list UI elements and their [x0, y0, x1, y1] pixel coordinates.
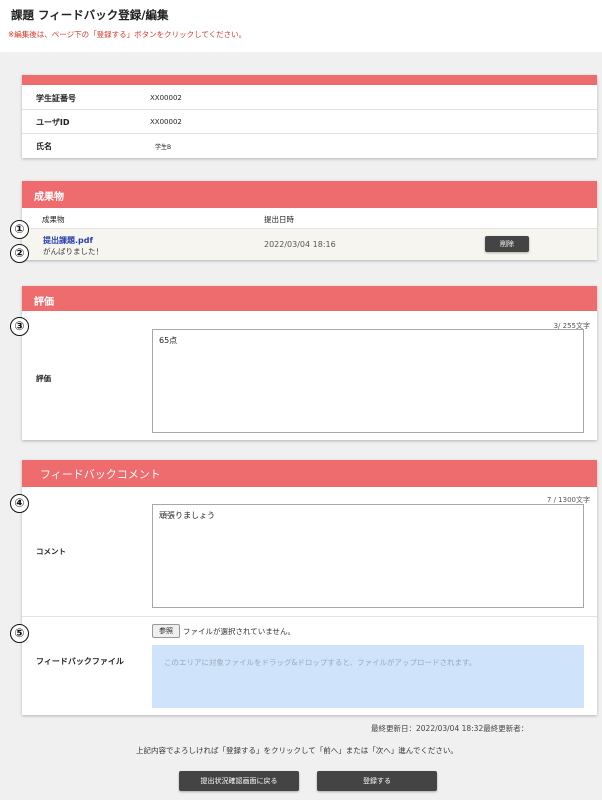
page-title: 課題 フィードバック登録/編集 — [11, 8, 169, 22]
register-button[interactable]: 登録する — [317, 771, 437, 791]
feedback-header: フィードバックコメント — [22, 460, 597, 487]
student-id-label: 学生証番号 — [36, 94, 76, 103]
name-label: 氏名 — [36, 142, 52, 151]
user-id-value: XX00002 — [150, 118, 182, 126]
deliverables-panel: 成果物 成果物 提出日時 提出課題.pdf がんばりました！ 2022/03/0… — [22, 181, 597, 260]
file-dropzone[interactable]: このエリアに対象ファイルをドラッグ&ドロップすると、ファイルがアップロードされま… — [152, 645, 584, 708]
comment-label: コメント — [36, 547, 66, 556]
deliverable-date: 2022/03/04 18:16 — [264, 240, 336, 249]
student-row-name: 氏名 学生B — [22, 134, 597, 158]
marker-4: ④ — [10, 494, 29, 513]
last-updated: 最終更新日：2022/03/04 18:32最終更新者： — [371, 724, 529, 733]
feedback-comment-textarea[interactable]: 頑張りましょう — [152, 504, 584, 608]
feedback-panel: フィードバックコメント 7 / 1300文字 コメント 頑張りましょう 参照 フ… — [22, 460, 597, 715]
feedback-file-label: フィードバックファイル — [36, 657, 124, 666]
delete-button[interactable]: 削除 — [485, 236, 529, 252]
feedback-separator — [22, 616, 597, 617]
back-to-status-button[interactable]: 提出状況確認画面に戻る — [179, 771, 299, 791]
deliverable-row: 提出課題.pdf がんばりました！ 2022/03/04 18:16 削除 — [22, 229, 597, 260]
no-file-text: ファイルが選択されていません。 — [183, 627, 296, 636]
marker-5: ⑤ — [10, 624, 29, 643]
browse-button[interactable]: 参照 — [152, 624, 180, 638]
evaluation-label: 評価 — [36, 374, 51, 383]
evaluation-title: 評価 — [34, 297, 54, 308]
student-info-header — [22, 75, 597, 85]
student-row-id: 学生証番号 XX00002 — [22, 85, 597, 110]
evaluation-panel: 評価 3/ 255文字 評価 65点 — [22, 286, 597, 440]
edit-note: ※編集後は、ページ下の「登録する」ボタンをクリックしてください。 — [8, 30, 247, 39]
feedback-title: フィードバックコメント — [40, 468, 161, 481]
name-value: 学生B — [155, 144, 172, 151]
marker-2: ② — [10, 244, 29, 263]
evaluation-header: 評価 — [22, 286, 597, 311]
col-date-label: 提出日時 — [264, 215, 294, 224]
evaluation-textarea[interactable]: 65点 — [152, 329, 584, 433]
submit-instruction: 上記内容でよろしければ「登録する」をクリックして「前へ」または「次へ」進んでくだ… — [136, 746, 458, 755]
marker-1: ① — [10, 220, 29, 239]
page-header: 課題 フィードバック登録/編集 ※編集後は、ページ下の「登録する」ボタンをクリッ… — [0, 0, 602, 52]
student-id-value: XX00002 — [150, 94, 182, 102]
deliverable-file-link[interactable]: 提出課題.pdf — [43, 235, 93, 246]
deliverable-comment: がんばりました！ — [43, 247, 103, 256]
marker-3: ③ — [10, 317, 29, 336]
student-info-panel: 学生証番号 XX00002 ユーザID XX00002 氏名 学生B — [22, 75, 597, 158]
col-file-label: 成果物 — [42, 215, 65, 224]
user-id-label: ユーザID — [36, 118, 70, 127]
student-row-userid: ユーザID XX00002 — [22, 110, 597, 134]
deliverables-title: 成果物 — [34, 192, 64, 203]
deliverables-col-header: 成果物 提出日時 — [22, 208, 597, 229]
deliverables-header: 成果物 — [22, 181, 597, 208]
